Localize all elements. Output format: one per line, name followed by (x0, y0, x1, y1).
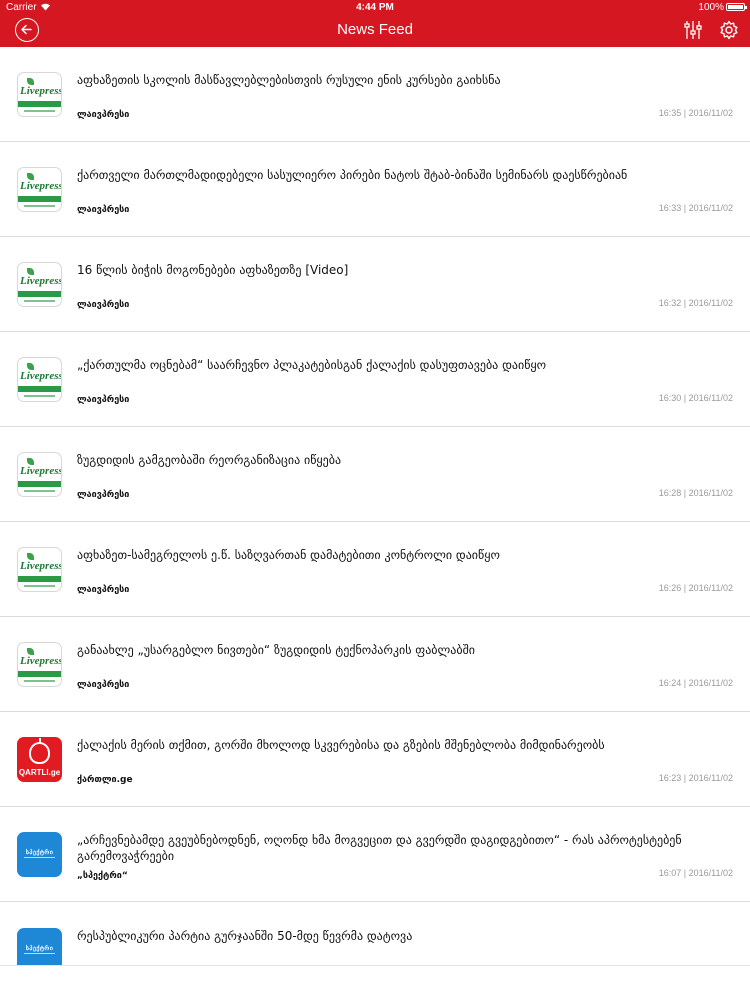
logo-band-thin (24, 585, 55, 587)
news-timestamp: 16:26 | 2016/11/02 (658, 583, 733, 593)
leaf-icon (27, 363, 34, 370)
livepress-logo: Livepress (17, 642, 62, 687)
news-item[interactable]: სპექტრი რესპუბლიკური პარტია გურჯაანში 50… (0, 902, 750, 973)
news-timestamp: 16:35 | 2016/11/02 (658, 108, 733, 118)
livepress-logo: Livepress (17, 72, 62, 117)
news-timestamp: 16:28 | 2016/11/02 (658, 488, 733, 498)
logo-band (18, 386, 61, 392)
news-title: განაახლე „უსარგებლო ნივთები“ ზუგდიდის ტე… (77, 643, 476, 657)
logo-wordmark: Livepress (20, 85, 62, 97)
battery-percent: 100% (698, 2, 724, 13)
livepress-logo: Livepress (17, 547, 62, 592)
news-item[interactable]: QARTLI.ge ქალაქის მერის თქმით, გორში მხო… (0, 712, 750, 807)
news-title: აფხაზეთის სკოლის მასწავლებლებისთვის რუსუ… (77, 73, 501, 87)
news-title: „ქართულმა ოცნებამ“ საარჩევნო პლაკატებისგ… (77, 358, 547, 372)
news-item[interactable]: Livepress „ქართულმა ოცნებამ“ საარჩევნო პ… (0, 332, 750, 427)
status-bar: Carrier 4:44 PM 100% (0, 0, 750, 14)
logo-band (18, 481, 61, 487)
news-source: ლაივპრესი (77, 300, 130, 310)
leaf-icon (27, 458, 34, 465)
news-title: „არჩევნებამდე გვეუბნებოდნენ, ოღონდ ხმა მ… (77, 833, 682, 863)
logo-wordmark: სპექტრი (17, 849, 62, 858)
bottom-area (0, 965, 750, 1000)
news-item[interactable]: Livepress ზუგდიდის გამგეობაში რეორგანიზა… (0, 427, 750, 522)
news-title: ზუგდიდის გამგეობაში რეორგანიზაცია იწყება (77, 453, 342, 467)
news-title: 16 წლის ბიჭის მოგონებები აფხაზეთზე [Vide… (77, 263, 349, 277)
news-source: ლაივპრესი (77, 585, 130, 595)
logo-band-thin (24, 490, 55, 492)
news-timestamp: 16:33 | 2016/11/02 (658, 203, 733, 213)
logo-band (18, 576, 61, 582)
logo-band-thin (24, 300, 55, 302)
news-item[interactable]: Livepress ქართველი მართლმადიდებელი სასულ… (0, 142, 750, 237)
logo-wordmark: Livepress (20, 370, 62, 382)
livepress-logo: Livepress (17, 452, 62, 497)
news-timestamp: 16:24 | 2016/11/02 (658, 678, 733, 688)
livepress-logo: Livepress (17, 167, 62, 212)
news-item[interactable]: Livepress 16 წლის ბიჭის მოგონებები აფხაზ… (0, 237, 750, 332)
news-timestamp: 16:30 | 2016/11/02 (658, 393, 733, 403)
logo-band (18, 196, 61, 202)
navigation-bar: Carrier 4:44 PM 100% News Feed (0, 0, 750, 47)
livepress-logo: Livepress (17, 262, 62, 307)
news-source: ლაივპრესი (77, 680, 130, 690)
logo-wordmark: QARTLI.ge (18, 768, 61, 777)
spectri-logo: სპექტრი (17, 832, 62, 877)
qartli-logo: QARTLI.ge (17, 737, 62, 782)
leaf-icon (27, 268, 34, 275)
news-title: ქალაქის მერის თქმით, გორში მხოლოდ სკვერე… (77, 738, 605, 752)
page-title: News Feed (337, 21, 413, 38)
news-source: ლაივპრესი (77, 490, 130, 500)
news-item[interactable]: Livepress განაახლე „უსარგებლო ნივთები“ ზ… (0, 617, 750, 712)
logo-band-thin (24, 395, 55, 397)
filter-sliders-icon[interactable] (684, 20, 702, 40)
logo-wordmark: Livepress (20, 275, 62, 287)
logo-band-thin (24, 680, 55, 682)
news-timestamp: 16:32 | 2016/11/02 (658, 298, 733, 308)
apple-icon (29, 742, 50, 764)
logo-band (18, 671, 61, 677)
logo-wordmark: Livepress (20, 655, 62, 667)
news-source: ლაივპრესი (77, 205, 130, 215)
news-source: „სპექტრი“ (77, 871, 128, 881)
leaf-icon (27, 553, 34, 560)
news-title: რესპუბლიკური პარტია გურჯაანში 50-მდე წევ… (77, 929, 413, 943)
logo-band (18, 291, 61, 297)
leaf-icon (27, 78, 34, 85)
news-item[interactable]: სპექტრი „არჩევნებამდე გვეუბნებოდნენ, ოღო… (0, 807, 750, 902)
logo-band (18, 101, 61, 107)
logo-band-thin (24, 110, 55, 112)
gear-icon[interactable] (719, 20, 739, 40)
leaf-icon (27, 648, 34, 655)
news-feed-list: Livepress აფხაზეთის სკოლის მასწავლებლები… (0, 47, 750, 973)
logo-wordmark: Livepress (20, 560, 62, 572)
livepress-logo: Livepress (17, 357, 62, 402)
news-source: ლაივპრესი (77, 395, 130, 405)
news-source: ქართლი.ge (77, 775, 133, 785)
news-timestamp: 16:07 | 2016/11/02 (658, 868, 733, 878)
logo-wordmark: სპექტრი (17, 945, 62, 954)
news-title: აფხაზეთ-სამეგრელოს ე.წ. საზღვართან დამატ… (77, 548, 500, 562)
battery-icon (726, 3, 747, 11)
status-time: 4:44 PM (356, 2, 394, 13)
logo-band-thin (24, 205, 55, 207)
news-item[interactable]: Livepress აფხაზეთის სკოლის მასწავლებლები… (0, 47, 750, 142)
leaf-icon (27, 173, 34, 180)
logo-wordmark: Livepress (20, 465, 62, 477)
news-timestamp: 16:23 | 2016/11/02 (658, 773, 733, 783)
logo-wordmark: Livepress (20, 180, 62, 192)
news-title: ქართველი მართლმადიდებელი სასულიერო პირებ… (77, 168, 628, 182)
news-source: ლაივპრესი (77, 110, 130, 120)
news-item[interactable]: Livepress აფხაზეთ-სამეგრელოს ე.წ. საზღვა… (0, 522, 750, 617)
